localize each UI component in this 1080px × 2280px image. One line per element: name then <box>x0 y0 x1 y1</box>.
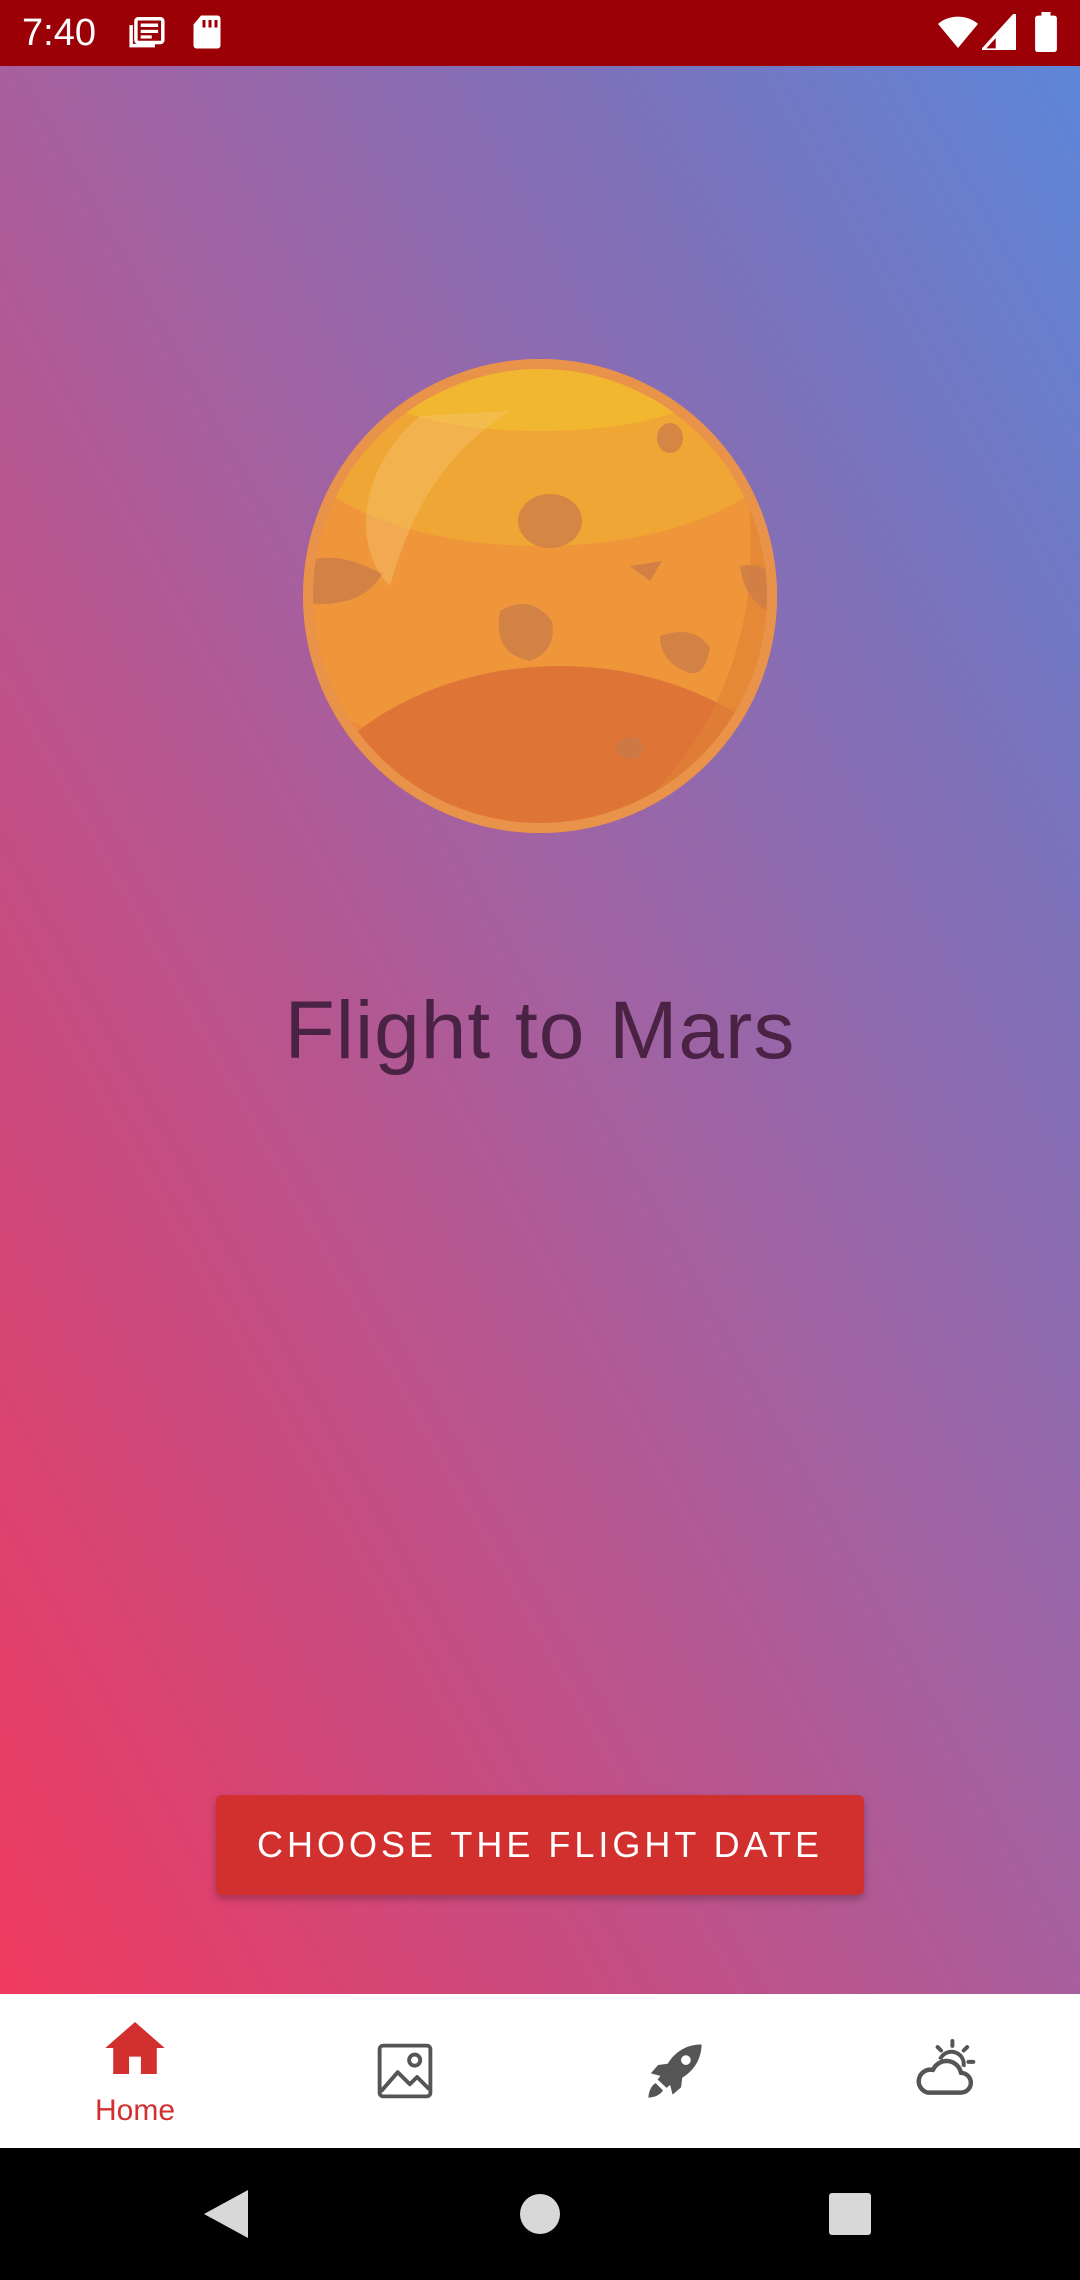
nav-item-weather[interactable] <box>810 1994 1080 2148</box>
back-icon[interactable] <box>204 2190 248 2238</box>
choose-flight-date-button[interactable]: CHOOSE THE FLIGHT DATE <box>216 1795 864 1895</box>
nav-item-gallery[interactable] <box>270 1994 540 2148</box>
nav-item-rocket[interactable] <box>540 1994 810 2148</box>
news-icon <box>128 14 166 57</box>
status-bar: 7:40 <box>0 0 1080 66</box>
image-icon <box>377 2043 433 2099</box>
app-background: Flight to Mars CHOOSE THE FLIGHT DATE <box>0 66 1080 1994</box>
battery-icon <box>1034 12 1058 57</box>
bottom-navigation: Home <box>0 1994 1080 2148</box>
nav-item-home[interactable]: Home <box>0 1994 270 2148</box>
mars-planet-icon <box>300 356 780 836</box>
page-title: Flight to Mars <box>284 985 796 1076</box>
home-circle-icon[interactable] <box>519 2193 561 2235</box>
weather-icon <box>916 2038 976 2095</box>
status-time: 7:40 <box>22 12 96 54</box>
sd-card-icon <box>190 14 224 55</box>
nav-label-home: Home <box>94 2094 176 2127</box>
cellular-signal-icon <box>978 9 1017 55</box>
system-navigation-bar <box>0 2148 1080 2280</box>
recents-icon[interactable] <box>829 2193 871 2235</box>
home-icon <box>105 2022 165 2074</box>
rocket-icon <box>648 2043 702 2098</box>
wifi-icon <box>938 16 978 55</box>
